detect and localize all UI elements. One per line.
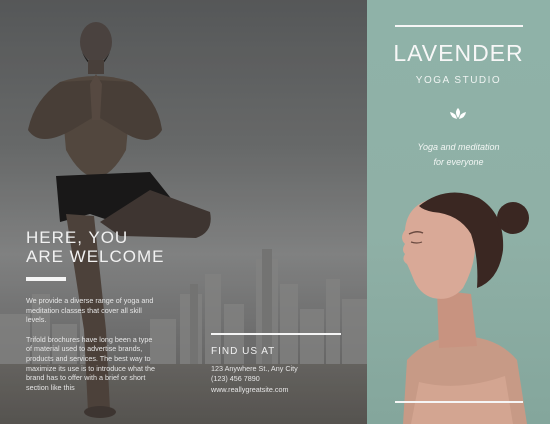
man-yoga-photo: HERE, YOU ARE WELCOME We provide a diver… [0,0,367,424]
contact-phone: (123) 456 7890 [211,374,260,384]
contact-divider [211,333,341,335]
welcome-divider [26,277,66,281]
description-paragraph-1: We provide a diverse range of yoga and m… [26,296,154,325]
brochure: HERE, YOU ARE WELCOME We provide a diver… [0,0,550,424]
description-block: We provide a diverse range of yoga and m… [26,296,156,402]
tagline-line-2: for everyone [433,157,484,167]
tagline: Yoga and meditation for everyone [367,140,550,170]
contact-details: 123 Anywhere St., Any City (123) 456 789… [211,364,298,395]
top-divider [395,25,523,27]
description-paragraph-2: Trifold brochures have long been a type … [26,334,156,392]
brand-name: LAVENDER [393,40,524,66]
lotus-leaves-icon [450,108,466,119]
welcome-line-2: ARE WELCOME [26,247,165,266]
welcome-heading: HERE, YOU ARE WELCOME [26,228,165,266]
contact-website: www.reallygreatsite.com [211,384,289,394]
bottom-divider [395,401,523,403]
welcome-line-1: HERE, YOU [26,228,129,247]
woman-meditating-photo [402,192,529,424]
cover-panel: LAVENDER YOGA STUDIO Yoga and meditation… [367,0,550,424]
tagline-line-1: Yoga and meditation [417,142,500,152]
brand-subtitle: YOGA STUDIO [415,75,502,86]
contact-title: FIND US AT [211,346,276,357]
contact-address: 123 Anywhere St., Any City [211,364,298,373]
